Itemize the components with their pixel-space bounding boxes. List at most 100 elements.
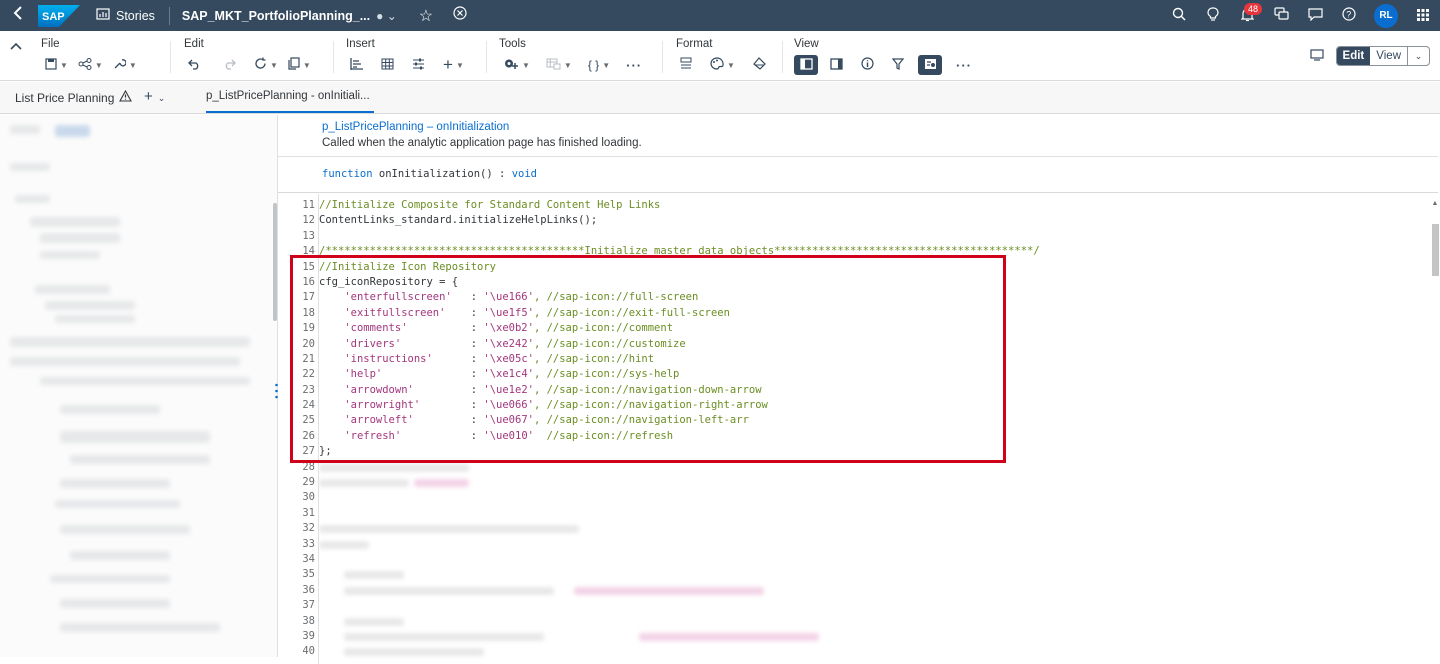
- code-line[interactable]: 32: [278, 521, 1428, 536]
- key-separator: :: [401, 337, 484, 350]
- user-avatar[interactable]: RL: [1374, 3, 1398, 28]
- styling-icon: [680, 57, 692, 73]
- notifications-bell-icon[interactable]: 48: [1230, 2, 1264, 25]
- insert-table-button[interactable]: [377, 55, 398, 75]
- back-icon[interactable]: [0, 6, 36, 25]
- code-line[interactable]: 29: [278, 475, 1428, 490]
- info-button[interactable]: [857, 55, 878, 75]
- search-icon[interactable]: [1162, 7, 1196, 24]
- add-calculation-menu-button[interactable]: ▼: [499, 55, 534, 75]
- code-line[interactable]: 15 //Initialize Icon Repository: [278, 260, 1428, 275]
- code-line[interactable]: 13: [278, 229, 1428, 244]
- code-line[interactable]: 25 'arrowleft' : '\ue067', //sap-icon://…: [278, 413, 1428, 428]
- insert-add-menu-button[interactable]: + ▼: [439, 55, 468, 75]
- discussions-icon[interactable]: [1264, 7, 1298, 24]
- redo-button[interactable]: [219, 55, 240, 75]
- sap-logo[interactable]: SAP: [38, 4, 80, 27]
- code-line[interactable]: 39: [278, 629, 1428, 644]
- insert-filter-controls-button[interactable]: [408, 55, 429, 75]
- code-line[interactable]: 40: [278, 644, 1428, 659]
- undo-button[interactable]: [184, 55, 205, 75]
- code-line[interactable]: 28: [278, 460, 1428, 475]
- code-line[interactable]: 23 'arrowdown' : '\ue1e2', //sap-icon://…: [278, 383, 1428, 398]
- toolbar-separator: [333, 41, 334, 73]
- story-title[interactable]: SAP_MKT_PortfolioPlanning_...: [182, 9, 370, 23]
- lightbulb-icon[interactable]: [1196, 6, 1230, 25]
- tools-more-button[interactable]: ···: [622, 55, 646, 75]
- save-menu-button[interactable]: ▼: [41, 55, 72, 75]
- product-switch-grid-icon[interactable]: [1406, 8, 1440, 24]
- data-action-menu-button[interactable]: ▼: [542, 55, 576, 75]
- code-line[interactable]: 27};: [278, 444, 1428, 459]
- copy-menu-button[interactable]: ▼: [284, 55, 315, 75]
- line-number: 11: [302, 199, 315, 211]
- device-preview-icon[interactable]: [1309, 48, 1324, 64]
- refresh-menu-button[interactable]: ▼: [250, 55, 282, 75]
- stories-menu[interactable]: Stories: [96, 8, 155, 23]
- outline-scrollbar[interactable]: [273, 203, 277, 321]
- code-line[interactable]: 16 cfg_iconRepository = {: [278, 275, 1428, 290]
- code-line[interactable]: 11 //Initialize Composite for Standard Co…: [278, 198, 1428, 213]
- right-side-panel-toggle[interactable]: [826, 55, 847, 75]
- code-line[interactable]: 36: [278, 583, 1428, 598]
- scripting-menu-button[interactable]: { } ▼: [584, 55, 614, 75]
- tab-script-editor[interactable]: p_ListPricePlanning - onInitiali...: [206, 90, 370, 102]
- code-line[interactable]: 35: [278, 567, 1428, 582]
- code-line[interactable]: 14 /*************************************…: [278, 244, 1428, 259]
- line-text: 'arrowleft' : '\ue067', //sap-icon://nav…: [319, 413, 749, 428]
- mode-dropdown-chevron-icon[interactable]: ⌄: [1407, 47, 1429, 65]
- title-dropdown-icon[interactable]: ● ⌄: [376, 9, 397, 23]
- code-line[interactable]: 21 'instructions' : '\xe05c', //sap-icon…: [278, 352, 1428, 367]
- collapse-toolbar-icon[interactable]: [10, 39, 22, 53]
- code-line[interactable]: 31: [278, 506, 1428, 521]
- code-line[interactable]: 30: [278, 490, 1428, 505]
- scroll-thumb[interactable]: [1432, 224, 1439, 276]
- filter-button[interactable]: [888, 55, 908, 75]
- view-more-button[interactable]: ···: [952, 55, 976, 75]
- favorite-star-icon[interactable]: ☆: [419, 6, 433, 26]
- code-area[interactable]: 11 //Initialize Composite for Standard Co…: [278, 198, 1428, 660]
- code-line[interactable]: 22 'help' : '\xe1c4', //sap-icon://sys-h…: [278, 367, 1428, 382]
- blurred-code: [344, 632, 544, 641]
- line-number: 21: [302, 352, 315, 365]
- share-menu-button[interactable]: ▼: [74, 55, 107, 75]
- outline-panel-toggle[interactable]: [918, 55, 942, 75]
- edit-mode-button[interactable]: Edit: [1336, 47, 1371, 65]
- styling-button[interactable]: [676, 55, 696, 75]
- code-line[interactable]: 12 ContentLinks_standard.initializeHelpLi…: [278, 213, 1428, 228]
- code-line[interactable]: 20 'drivers' : '\xe242', //sap-icon://cu…: [278, 337, 1428, 352]
- code-line[interactable]: 24 'arrowright' : '\ue066', //sap-icon:/…: [278, 398, 1428, 413]
- code-line[interactable]: 34: [278, 552, 1428, 567]
- key-separator: :: [407, 322, 484, 335]
- code-line[interactable]: 17 'enterfullscreen' : '\ue166', //sap-i…: [278, 290, 1428, 305]
- code-line[interactable]: 18 'exitfullscreen' : '\ue1f5', //sap-ic…: [278, 306, 1428, 321]
- shell-actions: 48 ? RL: [1162, 0, 1440, 31]
- tools-wrench-menu-button[interactable]: ▼: [109, 55, 141, 75]
- blurred-content: [40, 251, 100, 259]
- event-link[interactable]: p_ListPricePlanning – onInitialization: [322, 119, 1438, 135]
- view-mode-button[interactable]: View: [1370, 47, 1407, 65]
- scroll-up-icon[interactable]: ▲: [1430, 200, 1440, 207]
- close-circle-icon[interactable]: [453, 6, 467, 25]
- blurred-content: [60, 431, 210, 443]
- code-line[interactable]: 33: [278, 537, 1428, 552]
- code-line[interactable]: 26 'refresh' : '\ue010' //sap-icon://ref…: [278, 429, 1428, 444]
- blurred-content: [60, 525, 190, 534]
- tab-strip: List Price Planning + ⌄ p_ListPricePlanni…: [0, 82, 1440, 114]
- left-side-panel-toggle[interactable]: [794, 55, 818, 75]
- insert-chart-button[interactable]: [346, 55, 367, 75]
- add-page-button[interactable]: + ⌄: [144, 88, 165, 105]
- feedback-icon[interactable]: [1298, 7, 1332, 24]
- code-line[interactable]: 19 'comments' : '\xe0b2', //sap-icon://c…: [278, 321, 1428, 336]
- icon-key: 'arrowright': [344, 399, 421, 412]
- format-painter-button[interactable]: [749, 55, 771, 75]
- editor-scrollbar[interactable]: ▲: [1430, 200, 1440, 656]
- code-line[interactable]: 37: [278, 598, 1428, 613]
- funnel-icon: [891, 57, 905, 73]
- theme-menu-button[interactable]: ▼: [706, 55, 739, 75]
- code-line[interactable]: 38: [278, 614, 1428, 629]
- blurred-content: [60, 479, 170, 488]
- line-text: 'instructions' : '\xe05c', //sap-icon://…: [319, 352, 654, 367]
- tab-list-price-planning[interactable]: List Price Planning: [15, 89, 133, 105]
- help-icon[interactable]: ?: [1332, 7, 1366, 24]
